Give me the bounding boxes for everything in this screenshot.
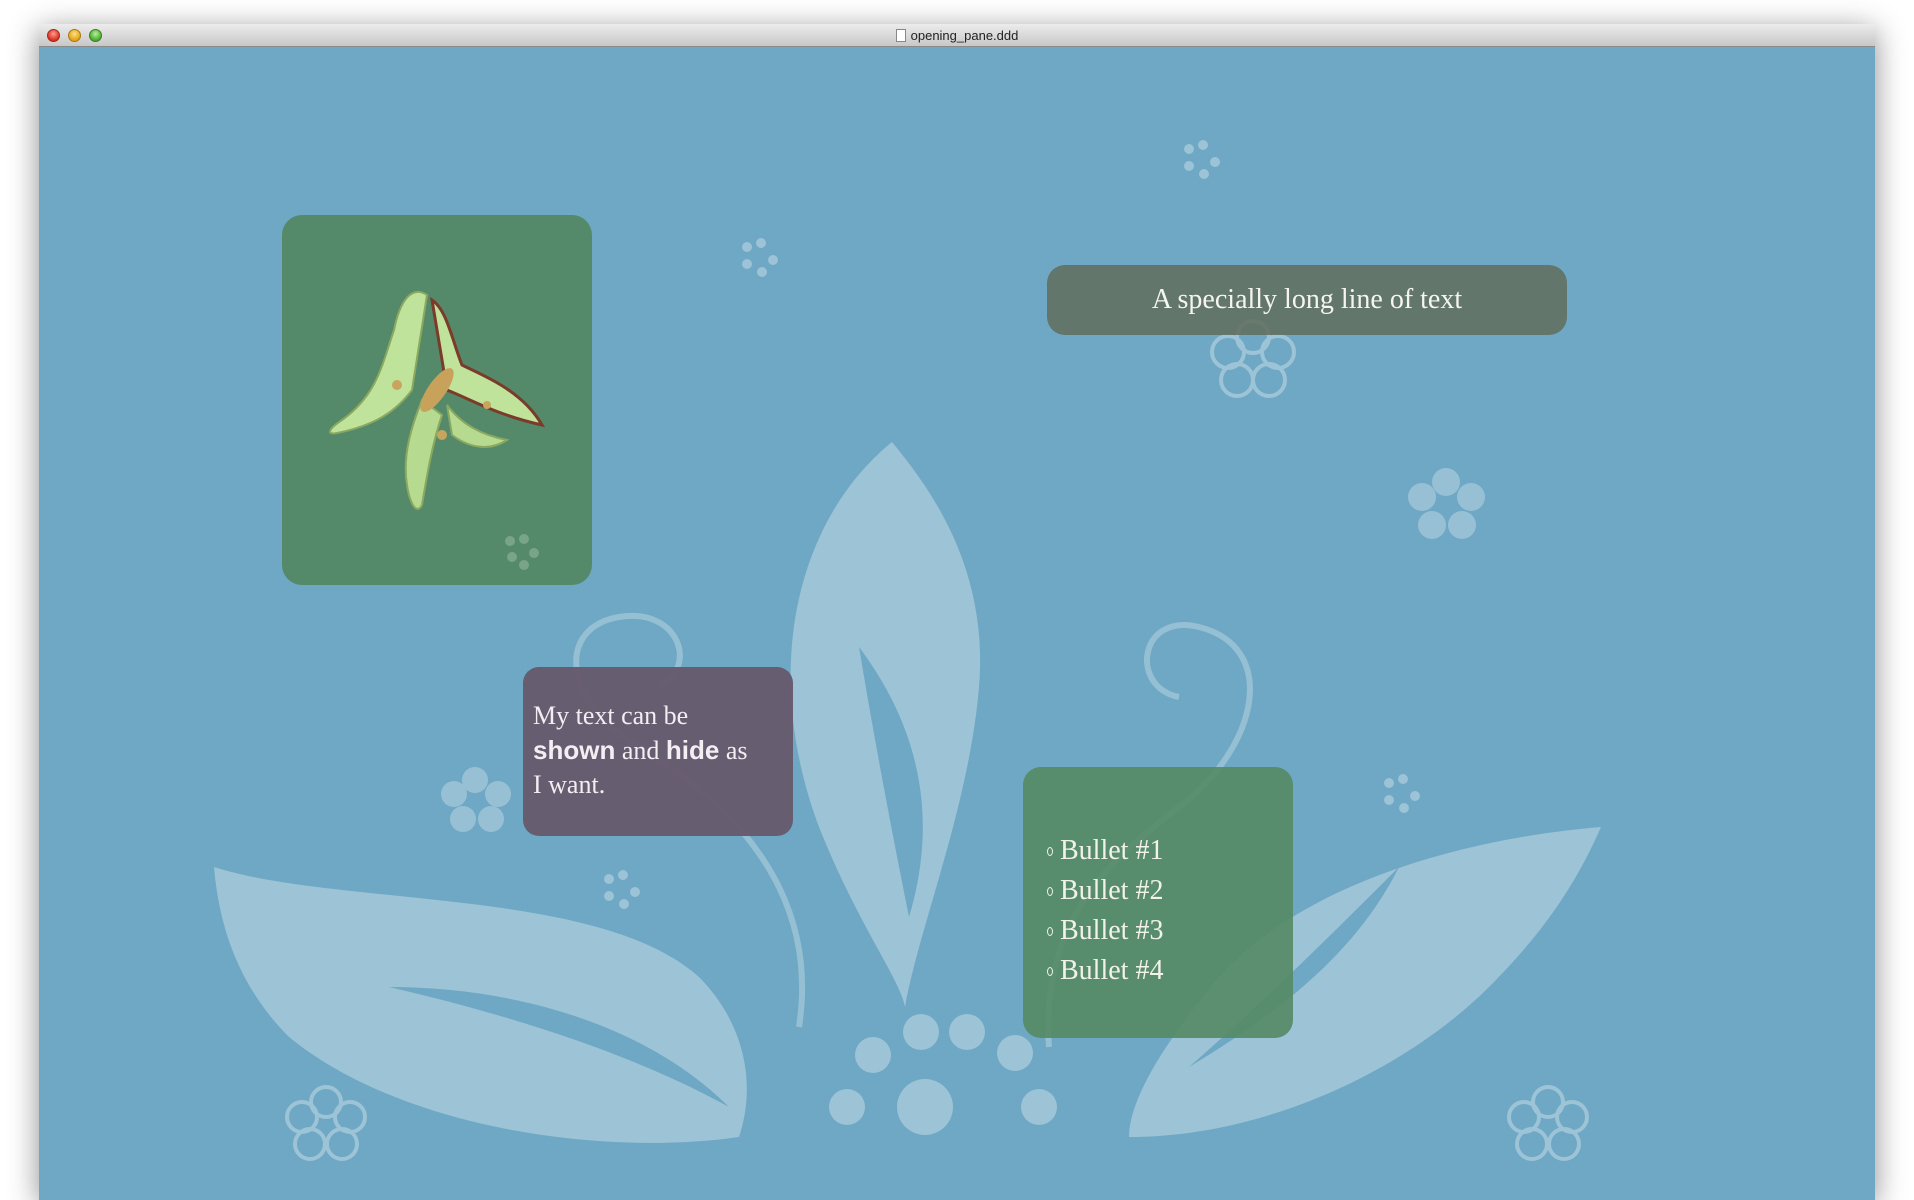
list-item: Bullet #4: [1047, 951, 1293, 991]
bullet-list-box[interactable]: Bullet #1 Bullet #2 Bullet #3 Bullet #4: [1023, 767, 1293, 1038]
bullet-icon: [1047, 846, 1053, 856]
text-bold-shown: shown: [533, 735, 616, 765]
bullet-text: Bullet #2: [1060, 875, 1164, 906]
text-part-1: My text can be: [533, 701, 689, 730]
text-bold-hide: hide: [665, 735, 720, 765]
moth-image-box[interactable]: [282, 215, 592, 585]
text-part-4: I want.: [533, 770, 606, 799]
slide-canvas: A specially long line of text My text ca…: [39, 47, 1875, 1200]
title-bar[interactable]: opening_pane.ddd: [39, 24, 1875, 47]
bullet-text: Bullet #1: [1060, 835, 1164, 866]
dot-cluster-icon: [505, 534, 539, 570]
headline-text-box[interactable]: A specially long line of text: [1047, 265, 1567, 335]
window-title-text: opening_pane.ddd: [910, 28, 1019, 43]
list-item: Bullet #2: [1047, 871, 1293, 911]
bullet-text: Bullet #3: [1060, 915, 1164, 946]
luna-moth-icon: [329, 290, 545, 510]
bullet-icon: [1047, 966, 1053, 976]
list-item: Bullet #3: [1047, 911, 1293, 951]
text-part-3: as: [725, 736, 748, 765]
text-part-2: and: [621, 736, 660, 765]
headline-text: A specially long line of text: [1151, 284, 1463, 315]
bullet-icon: [1047, 886, 1053, 896]
window-title: opening_pane.ddd: [39, 24, 1875, 47]
document-icon: [895, 29, 906, 42]
show-hide-text-box[interactable]: My text can be shown and hide as I want.: [523, 667, 793, 836]
app-window: opening_pane.ddd A specially long line o…: [39, 24, 1875, 1200]
bullet-icon: [1047, 926, 1053, 936]
bullet-text: Bullet #4: [1060, 955, 1164, 986]
list-item: Bullet #1: [1047, 831, 1293, 871]
